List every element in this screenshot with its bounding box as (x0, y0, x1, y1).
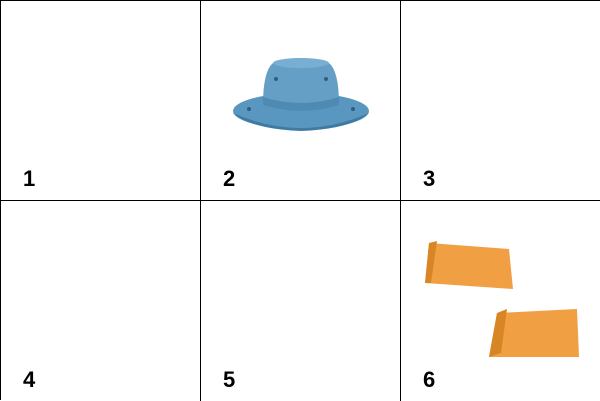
cell-number: 1 (23, 166, 36, 191)
grid-cell-4[interactable]: 4 (1, 201, 201, 401)
cell-number: 5 (223, 367, 236, 392)
grid-cell-5[interactable]: 5 (201, 201, 401, 401)
grid-cell-2[interactable]: 2 (201, 1, 401, 201)
grid-cell-3[interactable]: 3 (401, 1, 600, 201)
image-choice-grid: 1 2 3 4 5 6 (0, 0, 600, 401)
cell-number: 6 (423, 367, 436, 392)
grid-cell-6[interactable]: 6 (401, 201, 600, 401)
cell-number: 4 (23, 367, 36, 392)
grid-cell-1[interactable]: 1 (1, 1, 201, 201)
cell-number: 3 (423, 166, 436, 191)
cell-number: 2 (223, 166, 236, 191)
